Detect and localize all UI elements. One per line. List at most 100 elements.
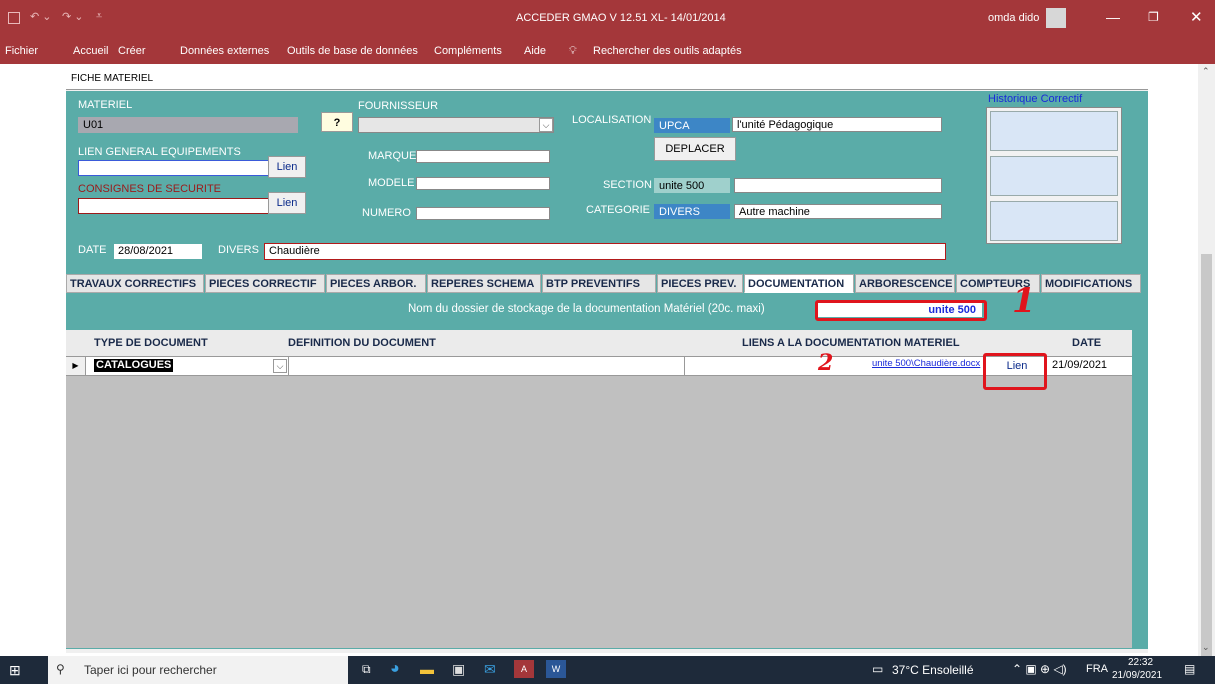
scroll-down-icon[interactable]: ⌄ bbox=[1202, 642, 1210, 653]
menu-donnees-externes[interactable]: Données externes bbox=[180, 45, 269, 57]
menu-outils-bdd[interactable]: Outils de base de données bbox=[287, 45, 418, 57]
lien-general-button[interactable]: Lien bbox=[268, 156, 306, 178]
record-selector-icon[interactable]: ▶ bbox=[66, 357, 86, 375]
consignes-lien-button[interactable]: Lien bbox=[268, 192, 306, 214]
section-code[interactable]: unite 500 bbox=[654, 178, 730, 193]
file-explorer-icon[interactable]: ▬ bbox=[420, 661, 434, 677]
definition-cell[interactable] bbox=[288, 357, 684, 375]
restore-icon[interactable]: ❐ bbox=[1148, 10, 1159, 24]
section-text[interactable] bbox=[734, 178, 942, 193]
deplacer-button[interactable]: DEPLACER bbox=[654, 137, 736, 161]
tab-pieces-prev[interactable]: PIECES PREV. bbox=[657, 274, 743, 293]
menu-fichier[interactable]: Fichier bbox=[5, 45, 38, 57]
edge-icon[interactable]: ◕ bbox=[390, 660, 400, 678]
minimize-icon[interactable]: — bbox=[1106, 9, 1120, 25]
mail-icon[interactable]: ✉ bbox=[484, 661, 496, 678]
tab-documentation[interactable]: DOCUMENTATION bbox=[744, 274, 854, 293]
categorie-text[interactable]: Autre machine bbox=[734, 204, 942, 219]
localisation-text[interactable]: l'unité Pédagogique bbox=[732, 117, 942, 132]
modele-field[interactable] bbox=[416, 177, 550, 190]
form-tab-header[interactable]: FICHE MATERIEL bbox=[66, 68, 1148, 90]
language-indicator[interactable]: FRA bbox=[1086, 663, 1108, 675]
tab-travaux-correctifs[interactable]: TRAVAUX CORRECTIFS bbox=[66, 274, 204, 293]
consignes-field[interactable] bbox=[78, 198, 270, 214]
tab-reperes-schema[interactable]: REPERES SCHEMA bbox=[427, 274, 541, 293]
date-label: DATE bbox=[78, 244, 107, 256]
undo-icon[interactable]: ↶ ⌄ bbox=[30, 10, 52, 23]
task-view-icon[interactable]: ⧉ bbox=[362, 662, 371, 677]
numero-label: NUMERO bbox=[362, 207, 411, 219]
fournisseur-label: FOURNISSEUR bbox=[358, 100, 439, 112]
user-name[interactable]: omda dido bbox=[988, 12, 1039, 24]
redo-icon[interactable]: ↷ ⌄ bbox=[62, 10, 84, 23]
materiel-label: MATERIEL bbox=[78, 99, 133, 111]
fournisseur-help-button[interactable]: ? bbox=[321, 112, 353, 132]
section-label: SECTION bbox=[603, 179, 652, 191]
tab-btp-preventifs[interactable]: BTP PREVENTIFS bbox=[542, 274, 656, 293]
materiel-field[interactable]: U01 bbox=[78, 117, 298, 133]
scroll-up-icon[interactable]: ⌃ bbox=[1202, 66, 1210, 77]
close-icon[interactable]: ✕ bbox=[1190, 8, 1203, 26]
clock-date[interactable]: 21/09/2021 bbox=[1112, 670, 1162, 681]
store-icon[interactable]: ▣ bbox=[452, 661, 465, 678]
tell-me-search[interactable]: Rechercher des outils adaptés bbox=[593, 45, 742, 57]
window-title: ACCEDER GMAO V 12.51 XL- 14/01/2014 bbox=[516, 12, 726, 24]
numero-field[interactable] bbox=[416, 207, 550, 220]
table-row[interactable]: ▶ CATALOGUES ⌵ unite 500\Chaudière.docx … bbox=[66, 356, 1132, 376]
form-title: FICHE MATERIEL bbox=[71, 73, 154, 84]
categorie-code[interactable]: DIVERS bbox=[654, 204, 730, 219]
menu-accueil[interactable]: Accueil bbox=[73, 45, 108, 57]
chevron-down-icon[interactable]: ⌵ bbox=[539, 118, 553, 132]
customize-qat-icon[interactable]: ⩡ bbox=[96, 10, 102, 23]
access-app-icon[interactable]: A bbox=[514, 660, 534, 678]
search-icon: ⚲ bbox=[56, 662, 65, 676]
title-bar: ↶ ⌄ ↷ ⌄ ⩡ ACCEDER GMAO V 12.51 XL- 14/01… bbox=[0, 0, 1215, 38]
fournisseur-combo[interactable] bbox=[358, 117, 554, 133]
scroll-thumb[interactable] bbox=[1201, 254, 1212, 684]
lightbulb-icon: 💡︎ bbox=[569, 45, 577, 57]
word-app-icon[interactable]: W bbox=[546, 660, 566, 678]
divers-field[interactable]: Chaudière bbox=[264, 243, 946, 260]
historique-chart-thumbnail[interactable] bbox=[986, 107, 1122, 244]
type-document-cell[interactable]: CATALOGUES bbox=[94, 359, 174, 372]
weather-icon[interactable]: ▭ bbox=[872, 662, 883, 676]
tab-arborescence[interactable]: ARBORESCENCE bbox=[855, 274, 955, 293]
notification-icon[interactable]: ▤ bbox=[1184, 662, 1195, 676]
tray-icons[interactable]: ⌃ ▣ ⊕ ◁) bbox=[1012, 662, 1067, 676]
taskbar-search-input[interactable]: Taper ici pour rechercher bbox=[84, 663, 217, 677]
document-link[interactable]: unite 500\Chaudière.docx bbox=[872, 358, 980, 369]
lien-general-label: LIEN GENERAL EQUIPEMENTS bbox=[78, 146, 241, 158]
localisation-code[interactable]: UPCA bbox=[654, 118, 730, 133]
col-liens-documentation: LIENS A LA DOCUMENTATION MATERIEL bbox=[742, 337, 960, 349]
consignes-label: CONSIGNES DE SECURITE bbox=[78, 183, 222, 195]
avatar[interactable] bbox=[1046, 8, 1066, 28]
dossier-label: Nom du dossier de stockage de la documen… bbox=[408, 303, 765, 315]
annotation-box-2 bbox=[983, 353, 1047, 390]
date-cell[interactable]: 21/09/2021 bbox=[1050, 359, 1107, 371]
liens-cell[interactable] bbox=[684, 357, 868, 375]
ribbon-tabs: Fichier Accueil Créer Données externes O… bbox=[0, 38, 1215, 64]
tab-pieces-correctif[interactable]: PIECES CORRECTIF bbox=[205, 274, 325, 293]
date-field[interactable]: 28/08/2021 bbox=[114, 244, 202, 259]
tab-modifications[interactable]: MODIFICATIONS bbox=[1041, 274, 1141, 293]
weather-text[interactable]: 37°C Ensoleillé bbox=[892, 663, 974, 677]
menu-creer[interactable]: Créer bbox=[118, 45, 146, 57]
menu-aide[interactable]: Aide bbox=[524, 45, 546, 57]
localisation-label: LOCALISATION bbox=[572, 114, 652, 126]
vertical-scrollbar[interactable]: ⌃ ⌄ bbox=[1198, 64, 1215, 684]
annotation-box-1 bbox=[815, 300, 987, 321]
save-icon[interactable] bbox=[8, 12, 20, 24]
menu-complements[interactable]: Compléments bbox=[434, 45, 502, 57]
modele-label: MODELE bbox=[368, 177, 415, 189]
taskbar-search-box[interactable]: ⚲ Taper ici pour rechercher bbox=[48, 656, 348, 684]
categorie-label: CATEGORIE bbox=[586, 204, 650, 216]
chevron-down-icon[interactable]: ⌵ bbox=[273, 359, 287, 373]
windows-start-icon[interactable]: ⊞ bbox=[9, 662, 21, 679]
lien-general-field[interactable] bbox=[78, 160, 270, 176]
taskbar: ⊞ ⚲ Taper ici pour rechercher ⧉ ◕ ▬ ▣ ✉ … bbox=[0, 656, 1215, 684]
col-definition-document: DEFINITION DU DOCUMENT bbox=[288, 337, 436, 349]
divers-label: DIVERS bbox=[218, 244, 259, 256]
clock-time[interactable]: 22:32 bbox=[1128, 657, 1153, 668]
marque-field[interactable] bbox=[416, 150, 550, 163]
tab-pieces-arbor[interactable]: PIECES ARBOR. bbox=[326, 274, 426, 293]
